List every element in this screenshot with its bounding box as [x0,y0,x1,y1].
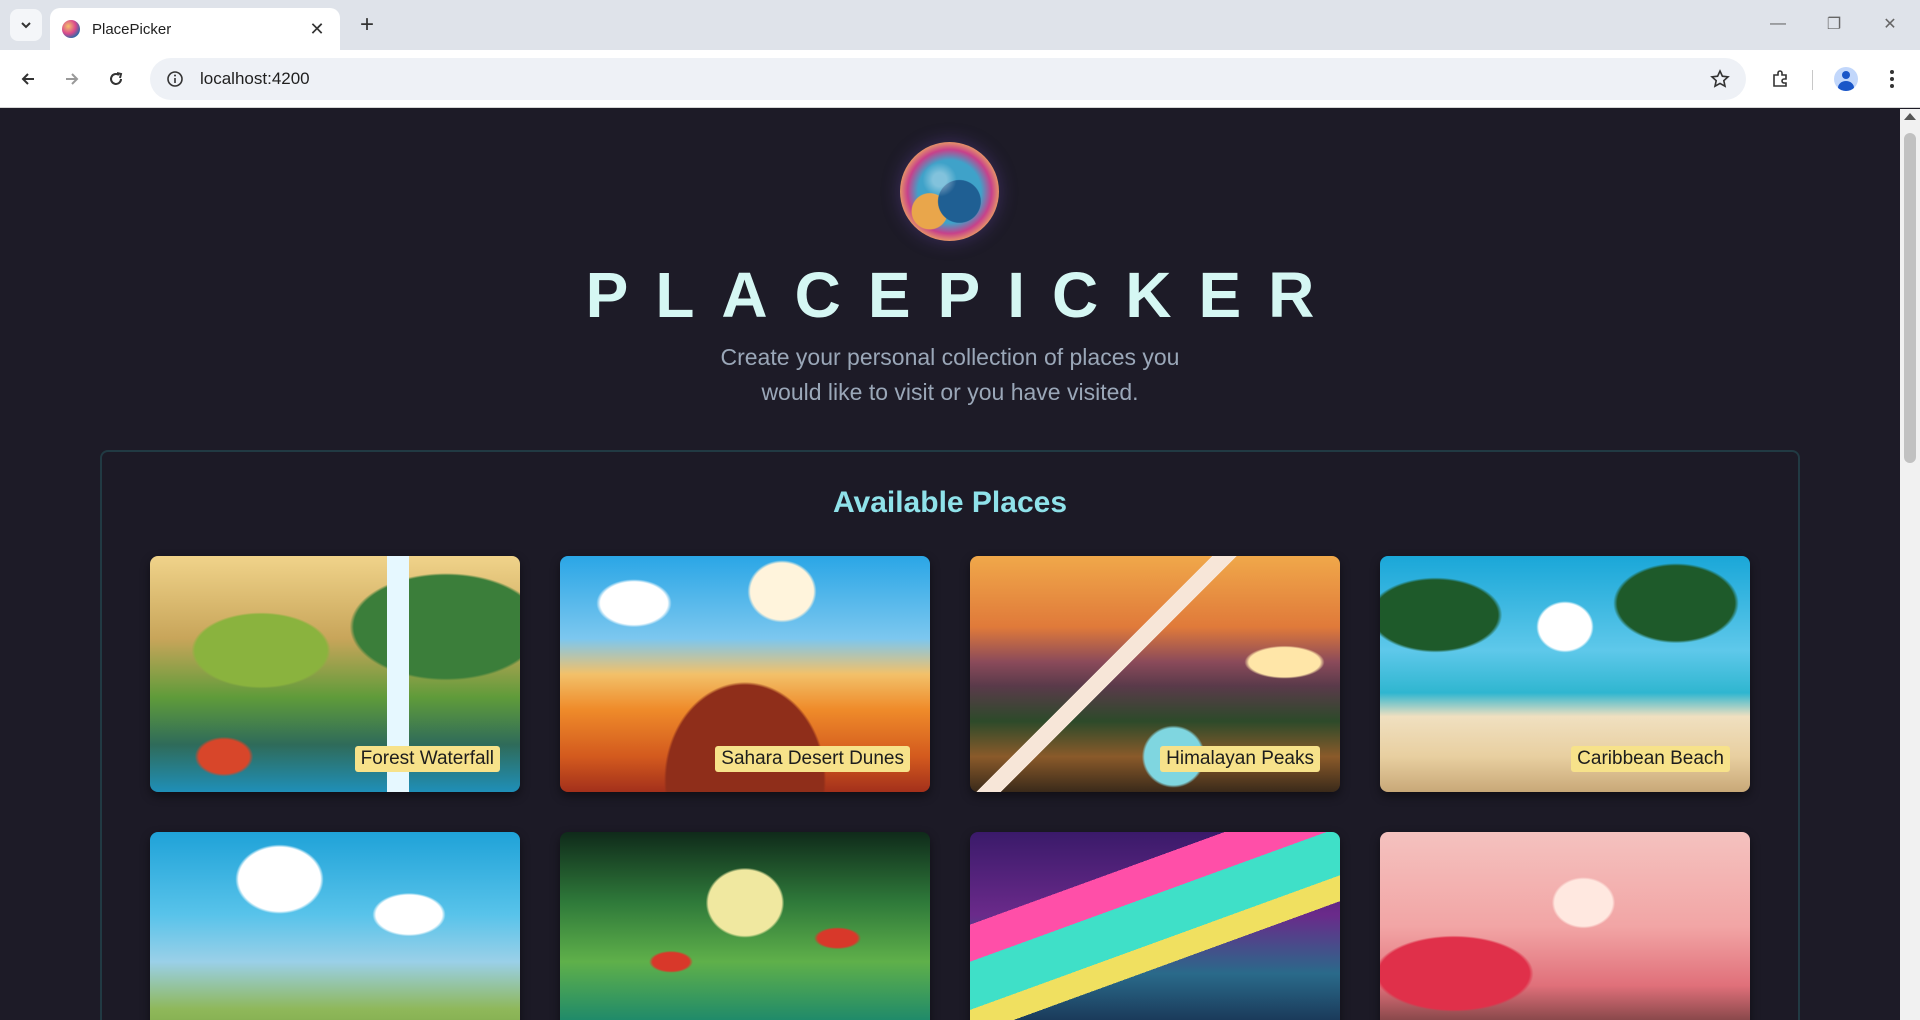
globe-logo-icon [900,142,999,241]
place-card-himalayan-peaks[interactable]: Himalayan Peaks [970,556,1340,792]
close-tab-icon[interactable]: ✕ [306,18,328,40]
available-places-section: Available Places Forest Waterfall Sahara… [100,450,1800,1020]
place-card-jungle[interactable] [560,832,930,1020]
place-card-pagoda[interactable] [1380,832,1750,1020]
tab-search-button[interactable] [10,9,42,41]
page-scrollbar[interactable] [1900,109,1920,1020]
menu-kebab-icon[interactable] [1876,63,1908,95]
extensions-icon[interactable] [1764,63,1796,95]
place-card-sahara-desert-dunes[interactable]: Sahara Desert Dunes [560,556,930,792]
address-bar[interactable]: localhost:4200 [150,58,1746,100]
arrow-right-icon [66,73,79,85]
browser-tab[interactable]: PlacePicker ✕ [50,8,340,50]
toolbar-divider [1812,70,1813,90]
browser-tab-bar: PlacePicker ✕ + — ❐ ✕ [0,0,1920,50]
tab-favicon-icon [62,20,80,38]
minimize-icon[interactable]: — [1758,8,1798,40]
place-label: Sahara Desert Dunes [715,746,910,772]
restore-icon[interactable]: ❐ [1814,8,1854,40]
place-label: Forest Waterfall [354,746,500,772]
place-card-forest-waterfall[interactable]: Forest Waterfall [150,556,520,792]
chevron-down-icon [21,22,31,29]
arrow-left-icon [21,73,34,85]
scrollbar-thumb[interactable] [1904,133,1916,463]
site-info-icon[interactable] [164,68,186,90]
new-tab-button[interactable]: + [352,10,382,40]
scroll-up-arrow-icon[interactable] [1904,113,1916,120]
back-button[interactable] [12,63,44,95]
place-label: Himalayan Peaks [1160,746,1320,772]
url-text[interactable]: localhost:4200 [200,69,1708,89]
profile-avatar-icon [1834,67,1858,91]
tab-title: PlacePicker [92,20,172,38]
reload-icon [110,72,123,85]
place-card-aurora-forest[interactable] [970,832,1340,1020]
place-card-caribbean-beach[interactable]: Caribbean Beach [1380,556,1750,792]
page-subtitle: Create your personal collection of place… [720,344,1180,405]
browser-toolbar: localhost:4200 [0,50,1920,108]
forward-button[interactable] [56,63,88,95]
page-title: PLACEPICKER [585,259,1342,331]
bookmark-star-icon[interactable] [1708,67,1732,91]
close-window-icon[interactable]: ✕ [1870,8,1910,40]
page-viewport: PLACEPICKER Create your personal collect… [0,109,1900,1020]
place-card-ancient-ruins[interactable] [150,832,520,1020]
profile-button[interactable] [1830,63,1862,95]
available-places-heading: Available Places [832,486,1068,519]
place-label: Caribbean Beach [1571,746,1730,772]
reload-button[interactable] [100,63,132,95]
